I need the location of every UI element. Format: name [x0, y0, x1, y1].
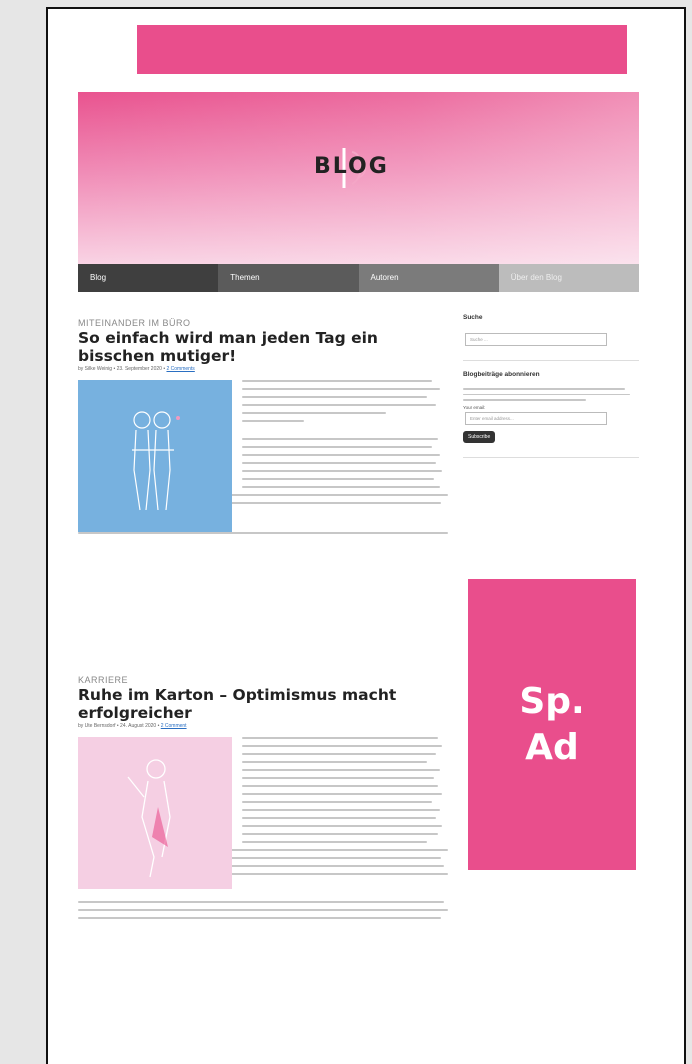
- post-title[interactable]: Ruhe im Karton – Optimismus macht erfolg…: [78, 686, 448, 722]
- post-body: [78, 737, 448, 919]
- post-category[interactable]: MITEINANDER IM BÜRO: [78, 318, 448, 328]
- post-meta-text: by Silke Weinig • 23. September 2020 •: [78, 366, 166, 372]
- subscribe-button[interactable]: Subscribe: [463, 430, 496, 443]
- search-input[interactable]: Suche ...: [465, 333, 607, 346]
- email-field[interactable]: Enter email address...: [465, 411, 607, 425]
- post-excerpt-side: [242, 737, 448, 843]
- ad-label: Sp. Ad: [519, 680, 585, 768]
- nav-item-ueber[interactable]: Über den Blog: [498, 264, 639, 292]
- post-category[interactable]: KARRIERE: [78, 675, 448, 685]
- top-ad-banner[interactable]: [137, 25, 627, 74]
- post-thumbnail[interactable]: [78, 737, 232, 889]
- page-frame: BLOG Blog Themen Autoren Über den Blog M…: [46, 7, 686, 1064]
- figures-illustration-icon: [132, 411, 180, 511]
- post-thumbnail[interactable]: [78, 380, 232, 532]
- post-excerpt-side: [242, 380, 448, 488]
- sidebar: Suche Suche ... Blogbeiträge abonnieren …: [463, 314, 639, 468]
- comments-link[interactable]: 2 Comment: [161, 723, 187, 729]
- post-meta: by Silke Weinig • 23. September 2020 • 2…: [78, 366, 448, 372]
- post-meta-text: by Ute Bernsdorf • 24. August 2020 •: [78, 723, 160, 729]
- blog-logo[interactable]: BLOG: [314, 154, 389, 179]
- woman-illustration-icon: [127, 759, 171, 878]
- search-widget-title: Suche: [463, 314, 483, 321]
- post-2: KARRIERE Ruhe im Karton – Optimismus mac…: [78, 675, 448, 925]
- subscribe-description: [463, 388, 639, 401]
- main-nav: Blog Themen Autoren Über den Blog: [78, 264, 639, 292]
- post-meta: by Ute Bernsdorf • 24. August 2020 • 2 C…: [78, 723, 448, 729]
- sidebar-ad[interactable]: Sp. Ad: [468, 579, 636, 870]
- nav-item-blog[interactable]: Blog: [78, 264, 219, 292]
- sidebar-divider: [463, 456, 639, 458]
- subscribe-widget-title: Blogbeiträge abonnieren: [463, 371, 540, 378]
- email-label: Your email:: [463, 404, 486, 410]
- nav-item-autoren[interactable]: Autoren: [358, 264, 499, 292]
- post-title[interactable]: So einfach wird man jeden Tag ein bissch…: [78, 329, 448, 365]
- post-body: Ich bin meine Gedanken: [78, 380, 448, 534]
- comments-link[interactable]: 2 Comments: [166, 366, 194, 372]
- sidebar-divider: [463, 360, 639, 361]
- blog-header-banner: BLOG: [78, 92, 639, 264]
- post-1: MITEINANDER IM BÜRO So einfach wird man …: [78, 318, 448, 540]
- nav-item-themen[interactable]: Themen: [218, 264, 359, 292]
